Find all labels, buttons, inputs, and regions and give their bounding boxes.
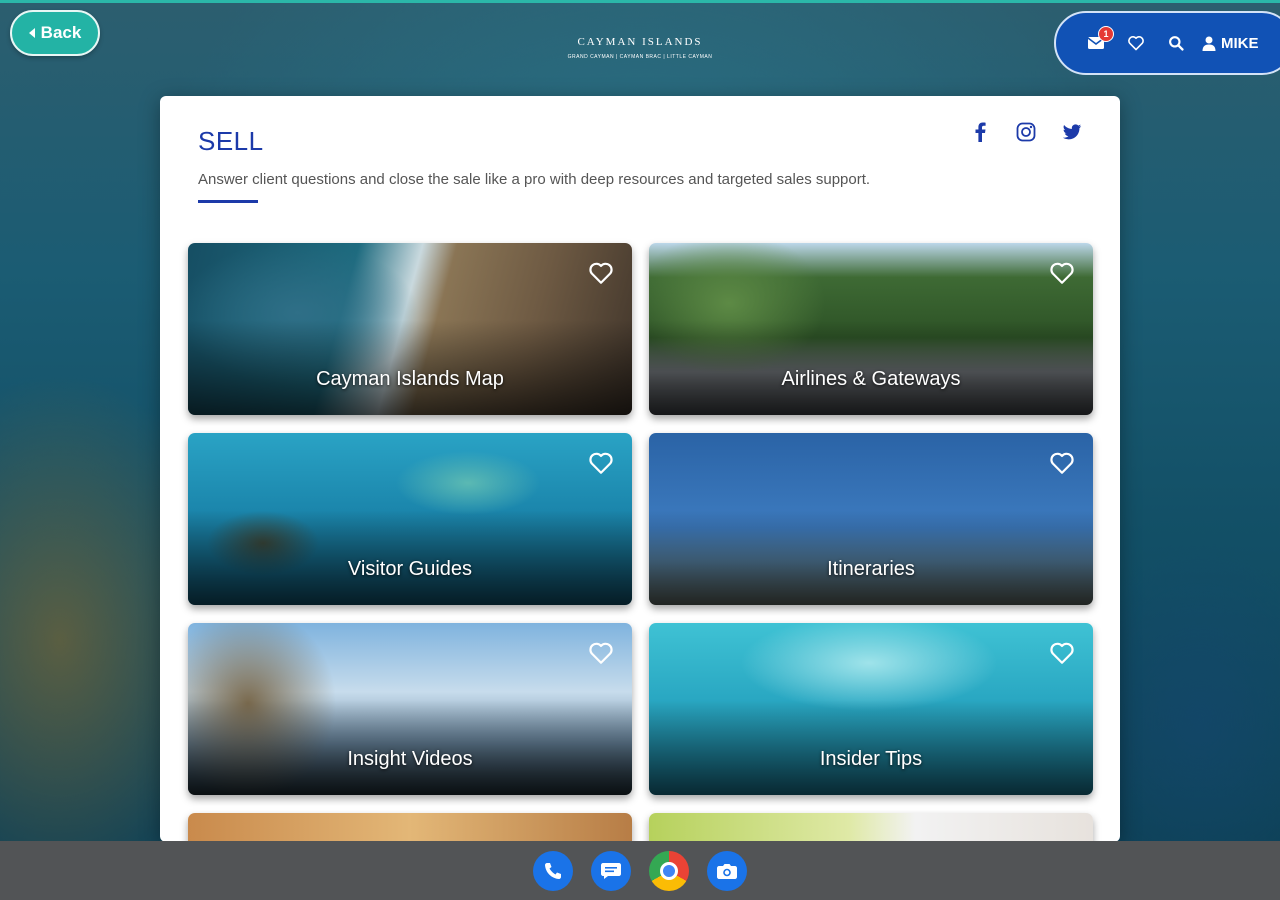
heart-icon[interactable] — [1049, 261, 1075, 285]
twitter-icon — [1062, 123, 1082, 139]
card-visitor-guides[interactable]: Visitor Guides — [188, 433, 632, 605]
search-button[interactable] — [1156, 23, 1196, 63]
search-icon — [1168, 35, 1184, 51]
android-taskbar — [0, 841, 1280, 900]
user-menu-button[interactable]: MIKE — [1202, 35, 1259, 52]
card-title: Visitor Guides — [347, 558, 473, 580]
heart-icon — [1128, 36, 1144, 51]
camera-app[interactable] — [707, 850, 747, 891]
social-links — [968, 120, 1084, 144]
facebook-icon — [975, 122, 986, 142]
sell-panel: SELL Answer client questions and close t… — [160, 96, 1120, 842]
facebook-link[interactable] — [968, 120, 992, 144]
card-partial-bottom-right[interactable] — [649, 813, 1093, 842]
card-cayman-islands-map[interactable]: Cayman Islands Map — [188, 243, 632, 415]
mail-button[interactable]: 1 — [1076, 23, 1116, 63]
logo-text: CAYMAN ISLANDS — [577, 36, 703, 48]
user-name-label: MIKE — [1221, 34, 1259, 52]
card-title: Airlines & Gateways — [781, 368, 961, 390]
card-partial-bottom-left[interactable] — [188, 813, 632, 842]
card-title: Insider Tips — [819, 748, 923, 770]
page-description: Answer client questions and close the sa… — [198, 171, 871, 188]
back-button[interactable]: Back — [10, 10, 100, 56]
favorites-button[interactable] — [1116, 23, 1156, 63]
instagram-link[interactable] — [1014, 120, 1038, 144]
user-toolbar: 1 MIKE — [1054, 11, 1280, 75]
card-title: Cayman Islands Map — [316, 368, 504, 390]
chrome-icon — [660, 861, 678, 880]
camera-icon — [717, 863, 737, 879]
phone-app[interactable] — [533, 850, 573, 891]
card-airlines-gateways[interactable]: Airlines & Gateways — [649, 243, 1093, 415]
heart-icon[interactable] — [1049, 451, 1075, 475]
back-label: Back — [40, 23, 82, 42]
logo-subtext: GRAND CAYMAN | CAYMAN BRAC | LITTLE CAYM… — [567, 54, 713, 60]
messages-icon — [601, 862, 621, 879]
phone-icon — [545, 862, 561, 879]
title-underline — [198, 200, 258, 203]
card-title: Itineraries — [827, 558, 915, 580]
card-itineraries[interactable]: Itineraries — [649, 433, 1093, 605]
user-icon — [1202, 36, 1216, 51]
notification-badge: 1 — [1098, 26, 1114, 42]
chrome-app[interactable] — [649, 850, 689, 891]
logo-wordmark: CAYMAN ISLANDS — [560, 36, 720, 48]
instagram-icon — [1016, 122, 1036, 142]
top-accent-line — [0, 0, 1280, 3]
messages-app[interactable] — [591, 850, 631, 891]
page-title: SELL — [198, 126, 264, 156]
heart-icon[interactable] — [588, 451, 614, 475]
twitter-link[interactable] — [1060, 120, 1084, 144]
heart-icon[interactable] — [1049, 641, 1075, 665]
heart-icon[interactable] — [588, 261, 614, 285]
card-insider-tips[interactable]: Insider Tips — [649, 623, 1093, 795]
card-insight-videos[interactable]: Insight Videos — [188, 623, 632, 795]
heart-icon[interactable] — [588, 641, 614, 665]
back-arrow-icon — [28, 28, 35, 38]
cayman-islands-logo[interactable]: CAYMAN ISLANDS GRAND CAYMAN | CAYMAN BRA… — [560, 36, 720, 78]
card-title: Insight Videos — [347, 748, 473, 770]
